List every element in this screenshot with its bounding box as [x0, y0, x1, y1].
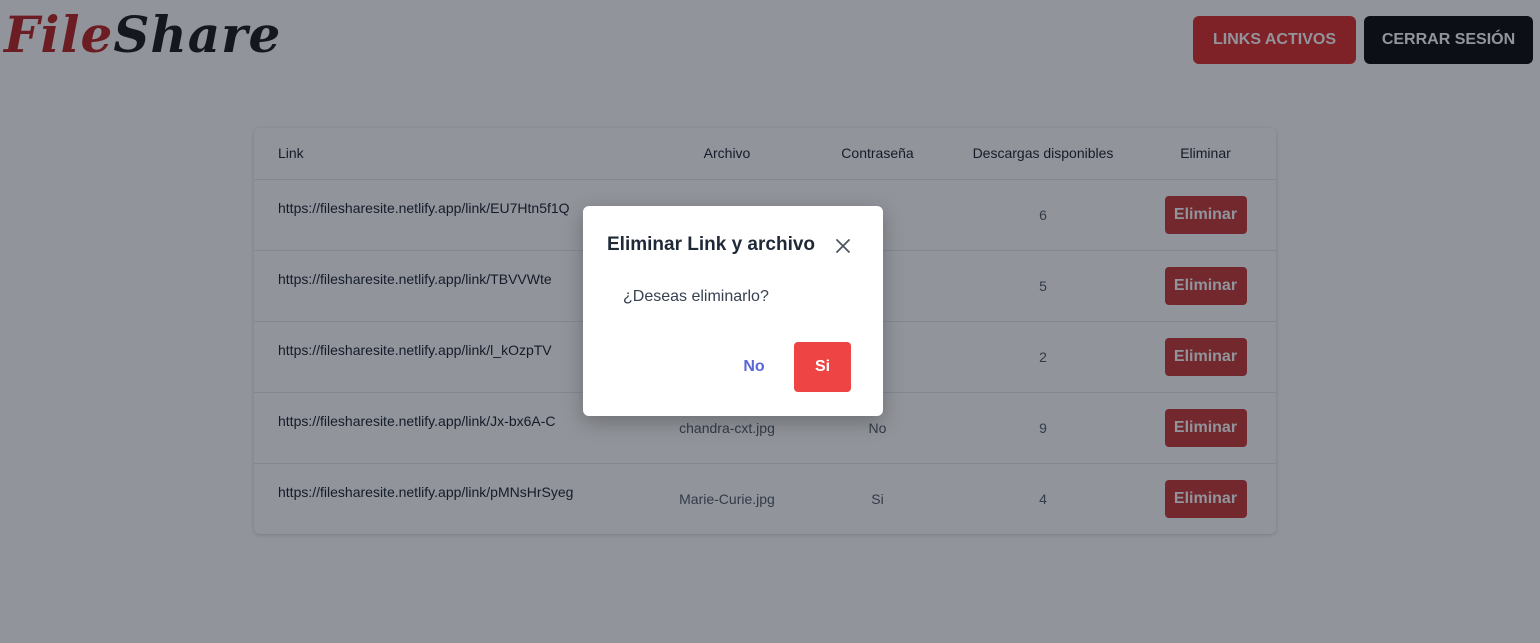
modal-title: Eliminar Link y archivo — [607, 234, 816, 255]
modal-body-text: ¿Deseas eliminarlo? — [623, 288, 769, 305]
yes-button[interactable]: Si — [794, 342, 851, 392]
close-icon[interactable] — [833, 236, 853, 256]
delete-confirm-modal: Eliminar Link y archivo ¿Deseas eliminar… — [583, 206, 883, 416]
no-button[interactable]: No — [723, 342, 785, 392]
